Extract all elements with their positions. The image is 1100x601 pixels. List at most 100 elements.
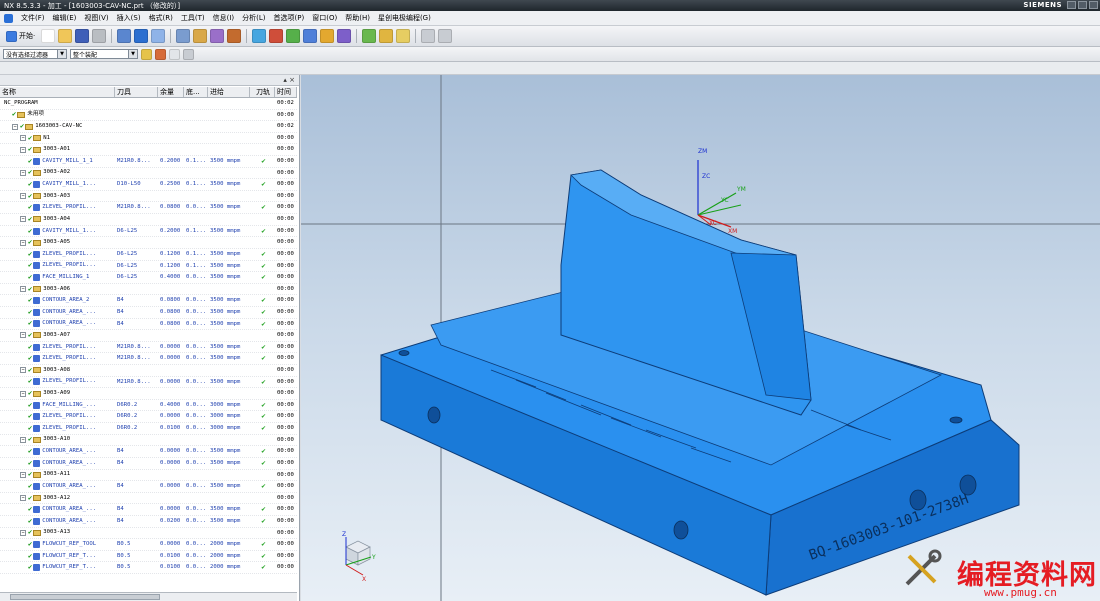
navigator-row[interactable]: NC_PROGRAM 00:02: [0, 98, 297, 110]
navigator-row[interactable]: ✔ CAVITY_MILL_1... D6-L25 0.2000 0.1... 3500 …: [0, 226, 297, 238]
expand-toggle-icon[interactable]: −: [20, 146, 26, 153]
navigator-row[interactable]: − ✔ 3003-A05 00:00: [0, 237, 297, 249]
expand-toggle-icon[interactable]: −: [20, 286, 26, 293]
save-icon[interactable]: [75, 29, 90, 43]
column-stock[interactable]: 余量: [158, 87, 184, 97]
navigator-row[interactable]: ✔ CONTOUR_AREA_... B4 0.0000 0.0... 3500 mmpm…: [0, 446, 297, 458]
expand-toggle-icon[interactable]: −: [20, 367, 26, 374]
navigator-row[interactable]: − ✔ 3003-A03 00:00: [0, 191, 297, 203]
navigator-row[interactable]: ✔ ZLEVEL_PROFIL... M21R0.8... 0.0000 0.0... 3…: [0, 353, 297, 366]
menu-item[interactable]: 信息(I): [213, 13, 235, 23]
navigator-row[interactable]: ✔ ZLEVEL_PROFIL... D6-L25 0.1200 0.1... 3500 …: [0, 249, 297, 261]
navigator-row[interactable]: − ✔ 3003-A10 00:00: [0, 435, 297, 447]
create-geometry-icon[interactable]: [379, 29, 394, 43]
column-feed[interactable]: 进给: [208, 87, 250, 97]
menu-item[interactable]: 窗口(O): [312, 13, 337, 23]
wave-geometry-icon[interactable]: [193, 29, 208, 43]
expand-toggle-icon[interactable]: −: [20, 135, 26, 142]
type-filter-select[interactable]: 没有选择过滤器 ▼: [3, 49, 67, 59]
navigator-row[interactable]: ✔ FLOWCUT_REF_TOOL B0.5 0.0000 0.0... 2000 mm…: [0, 539, 297, 551]
open-folder-icon[interactable]: [58, 29, 73, 43]
create-method-icon[interactable]: [396, 29, 411, 43]
verify-toolpath-icon[interactable]: [269, 29, 284, 43]
view-fit-icon[interactable]: [117, 29, 132, 43]
navigator-row[interactable]: ✔ FLOWCUT_REF_T... B0.5 0.0100 0.0... 2000 mm…: [0, 562, 297, 574]
navigator-hscrollbar[interactable]: [0, 592, 297, 601]
navigator-row[interactable]: ✔ CONTOUR_AREA_... B4 0.0000 0.0... 3500 mmpm…: [0, 458, 297, 470]
expand-toggle-icon[interactable]: −: [20, 332, 26, 339]
navigator-row[interactable]: ✔ ZLEVEL_PROFIL... D6R0.2 0.0100 0.0... 3000 …: [0, 423, 297, 435]
snap-point-icon[interactable]: [155, 48, 166, 60]
shop-docs-icon[interactable]: [303, 29, 318, 43]
navigator-row[interactable]: ✔ FACE_MILLING_... D6R0.2 0.4000 0.0... 3000 …: [0, 400, 297, 412]
menu-item[interactable]: 格式(R): [149, 13, 173, 23]
expand-toggle-icon[interactable]: −: [20, 239, 26, 246]
new-file-icon[interactable]: [41, 29, 56, 43]
navigator-row[interactable]: ✔ CONTOUR_AREA_... B4 0.0000 0.0... 3500 mmpm…: [0, 481, 297, 493]
snap-icon[interactable]: [227, 29, 242, 43]
navigator-row[interactable]: ✔ CONTOUR_AREA_... B4 0.0800 0.0... 3500 mmpm…: [0, 319, 297, 331]
navigator-row[interactable]: ✔ CONTOUR_AREA_... B4 0.0000 0.0... 3500 mmpm…: [0, 504, 297, 516]
part-model-canvas[interactable]: BQ-1603003-101-2738H ZM ZC YM YC XC XM Z…: [301, 75, 1100, 601]
navigator-row[interactable]: ✔ CONTOUR_AREA_2 B4 0.0800 0.0... 3500 mmpm ✔ 0…: [0, 295, 297, 307]
navigator-row[interactable]: ✔ CAVITY_MILL_1... D10-L50 0.2500 0.1... 3500…: [0, 179, 297, 191]
column-tool[interactable]: 刀具: [115, 87, 158, 97]
menu-item[interactable]: 首选项(P): [274, 13, 305, 23]
navigator-row[interactable]: ✔ ZLEVEL_PROFIL... D6-L25 0.1200 0.1... 3500 …: [0, 261, 297, 273]
navigator-row[interactable]: ✔ FACE_MILLING_1 D6-L25 0.4000 0.0... 3500 mm…: [0, 272, 297, 284]
navigator-row[interactable]: − ✔ 1603003-CAV-NC 00:02: [0, 121, 297, 133]
column-time[interactable]: 时间: [275, 87, 297, 97]
navigator-row[interactable]: − ✔ 3003-A07 00:00: [0, 330, 297, 342]
render-style-icon[interactable]: [134, 29, 149, 43]
close-button[interactable]: [1089, 1, 1098, 9]
maximize-button[interactable]: [1078, 1, 1087, 9]
assembly-scope-select[interactable]: 整个装配 ▼: [70, 49, 138, 59]
start-button[interactable]: 开始·: [3, 30, 38, 42]
expand-toggle-icon[interactable]: −: [20, 529, 26, 536]
expand-toggle-icon[interactable]: −: [20, 193, 26, 200]
menu-item[interactable]: 文件(F): [21, 13, 45, 23]
expand-toggle-icon[interactable]: −: [20, 495, 26, 502]
navigator-row[interactable]: ✔ CONTOUR_AREA_... B4 0.0800 0.0... 3500 mmpm…: [0, 307, 297, 319]
menu-item[interactable]: 工具(T): [181, 13, 205, 23]
navigator-row[interactable]: ✔ ZLEVEL_PROFIL... D6R0.2 0.0000 0.0... 3000 …: [0, 411, 297, 424]
graphics-viewport[interactable]: BQ-1603003-101-2738H ZM ZC YM YC XC XM Z…: [301, 75, 1100, 601]
expand-toggle-icon[interactable]: −: [12, 123, 18, 130]
navigator-row[interactable]: ✔ ZLEVEL_PROFIL... M21R0.8... 0.0000 0.0... 3…: [0, 342, 297, 354]
menu-item[interactable]: 分析(L): [242, 13, 265, 23]
navigator-row[interactable]: − ✔ 3003-A09 00:00: [0, 388, 297, 400]
expand-toggle-icon[interactable]: −: [20, 390, 26, 397]
column-name[interactable]: 名称: [0, 87, 115, 97]
expand-toggle-icon[interactable]: −: [20, 169, 26, 176]
machine-tool-view-icon[interactable]: [438, 29, 453, 43]
navigator-row[interactable]: ✔ ZLEVEL_PROFIL... M21R0.8... 0.0800 0.0... 3…: [0, 202, 297, 215]
menu-item[interactable]: 编辑(E): [53, 13, 77, 23]
scroll-thumb[interactable]: [10, 594, 160, 600]
menu-item[interactable]: 插入(S): [117, 13, 141, 23]
expand-toggle-icon[interactable]: −: [20, 436, 26, 443]
menu-item[interactable]: 星创电极编程(G): [378, 13, 431, 23]
select-icon[interactable]: [141, 48, 152, 60]
column-toolpath[interactable]: 刀轨: [250, 87, 275, 97]
navigator-row[interactable]: ✔ 未用项 00:00: [0, 110, 297, 122]
column-floor[interactable]: 底...: [184, 87, 208, 97]
create-tool-icon[interactable]: [337, 29, 352, 43]
navigator-row[interactable]: ✔ FLOWCUT_REF_T... B0.5 0.0100 0.0... 2000 mm…: [0, 551, 297, 563]
measure-icon[interactable]: [176, 29, 191, 43]
navigator-row[interactable]: ✔ CAVITY_MILL_1_1 M21R0.8... 0.2000 0.1... 35…: [0, 156, 297, 168]
show-hide-icon[interactable]: [183, 48, 194, 60]
navigator-row[interactable]: − ✔ 3003-A11 00:00: [0, 470, 297, 482]
orient-view-icon[interactable]: [151, 29, 166, 43]
box-select-icon[interactable]: [169, 48, 180, 60]
print-icon[interactable]: [92, 29, 107, 43]
navigator-row[interactable]: − ✔ N1 00:00: [0, 133, 297, 145]
minimize-button[interactable]: [1067, 1, 1076, 9]
navigator-row[interactable]: − ✔ 3003-A06 00:00: [0, 284, 297, 296]
create-operation-icon[interactable]: [320, 29, 335, 43]
navigator-row[interactable]: − ✔ 3003-A13 00:00: [0, 528, 297, 540]
close-icon[interactable]: ▴ ×: [283, 76, 295, 84]
navigator-row[interactable]: ✔ CONTOUR_AREA_... B4 0.0200 0.0... 3500 mmpm…: [0, 516, 297, 528]
app-menu-icon[interactable]: [4, 13, 13, 23]
generate-toolpath-icon[interactable]: [252, 29, 267, 43]
menu-item[interactable]: 视图(V): [84, 13, 108, 23]
